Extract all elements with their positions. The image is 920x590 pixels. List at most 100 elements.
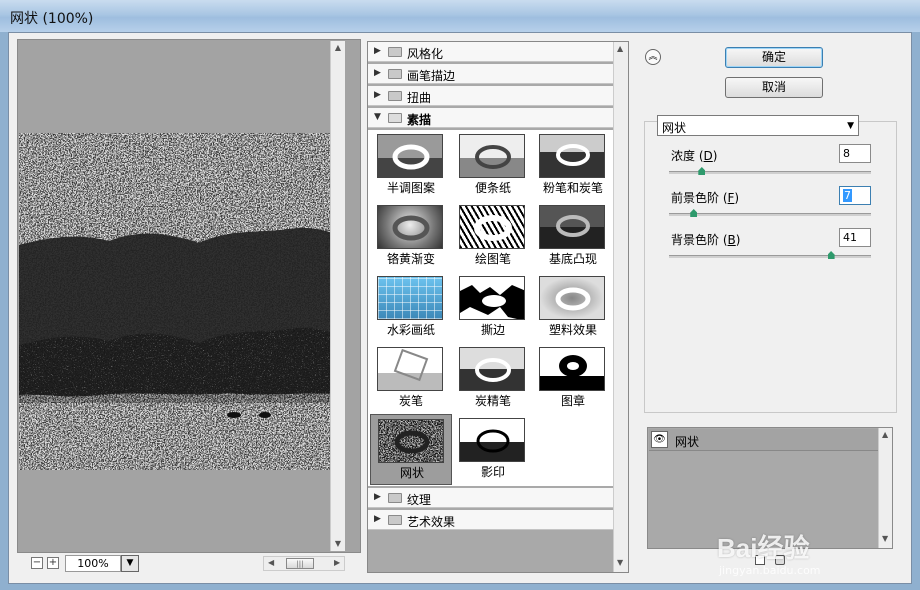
category-brush-strokes[interactable]: ▶ 画笔描边 — [368, 64, 614, 84]
thumb-image — [459, 134, 525, 178]
thumb-image — [459, 347, 525, 391]
thumb-image — [459, 276, 525, 320]
preview-vertical-scrollbar[interactable]: ▲ ▼ — [330, 41, 345, 551]
zoom-out-button[interactable]: − — [31, 557, 43, 569]
category-label: 扭曲 — [407, 91, 432, 105]
zoom-dropdown-button[interactable]: ▼ — [121, 555, 139, 572]
scroll-right-icon[interactable]: ▶ — [334, 558, 340, 567]
thumb-label: 绘图笔 — [474, 252, 511, 266]
thumb-charcoal[interactable]: 炭笔 — [370, 343, 452, 414]
thumb-torn-edges[interactable]: 撕边 — [452, 272, 534, 343]
thumb-knot — [476, 429, 510, 453]
background-level-slider[interactable] — [669, 251, 871, 259]
category-label: 风格化 — [407, 47, 444, 61]
thumb-image — [539, 347, 605, 391]
ok-button[interactable]: 确定 — [725, 47, 823, 68]
category-stylize[interactable]: ▶ 风格化 — [368, 42, 614, 62]
thumb-knot — [475, 358, 511, 382]
thumb-label: 撕边 — [480, 323, 505, 337]
thumb-image — [377, 347, 443, 391]
eye-icon[interactable]: 👁 — [651, 431, 668, 448]
thumb-knot — [393, 348, 429, 382]
thumb-bas-relief[interactable]: 基底凸现 — [532, 201, 614, 272]
thumb-label: 塑料效果 — [548, 323, 597, 337]
filter-gallery: ▶ 风格化 ▶ 画笔描边 ▶ 扭曲 ▼ 素描 半调图案 便条纸 粉笔和炭笔 铬黄… — [367, 41, 629, 573]
zoom-field[interactable]: 100% — [65, 555, 121, 572]
category-distort[interactable]: ▶ 扭曲 — [368, 86, 614, 106]
density-input[interactable]: 8 — [839, 144, 871, 163]
zoom-bar: − + 100% ▼ ◀ ||| ▶ — [17, 555, 361, 573]
thumb-label: 图章 — [560, 394, 585, 408]
thumb-image — [377, 205, 443, 249]
thumb-label: 炭笔 — [398, 394, 423, 408]
thumb-stamp[interactable]: 图章 — [532, 343, 614, 414]
collapse-triangle-icon: ▼ — [374, 112, 381, 122]
folder-icon — [388, 91, 402, 101]
layers-scrollbar[interactable]: ▲ ▼ — [878, 428, 892, 548]
scroll-up-icon[interactable]: ▲ — [333, 43, 343, 53]
thumb-image — [539, 276, 605, 320]
scroll-down-icon[interactable]: ▼ — [617, 558, 623, 567]
thumb-chalk-charcoal[interactable]: 粉笔和炭笔 — [532, 130, 614, 201]
thumb-photocopy[interactable]: 影印 — [452, 414, 534, 485]
thumb-conte-crayon[interactable]: 炭精笔 — [452, 343, 534, 414]
folder-icon — [388, 515, 402, 525]
thumb-water-paper[interactable]: 水彩画纸 — [370, 272, 452, 343]
thumb-note-paper[interactable]: 便条纸 — [452, 130, 534, 201]
background-level-hotkey: B — [727, 233, 736, 247]
category-sketch[interactable]: ▼ 素描 — [368, 108, 614, 128]
thumb-graphic-pen[interactable]: 绘图笔 — [452, 201, 534, 272]
category-label: 画笔描边 — [407, 69, 456, 83]
cancel-button[interactable]: 取消 — [725, 77, 823, 98]
category-artistic[interactable]: ▶ 艺术效果 — [368, 510, 614, 530]
foreground-level-label-text: 前景色阶 — [671, 191, 720, 205]
scroll-left-icon[interactable]: ◀ — [268, 558, 274, 567]
thumb-reticulation[interactable]: 网状 — [370, 414, 452, 485]
zoom-in-button[interactable]: + — [47, 557, 59, 569]
foreground-level-hotkey: F — [727, 191, 735, 205]
thumb-halftone[interactable]: 半调图案 — [370, 130, 452, 201]
thumb-label: 影印 — [480, 465, 505, 479]
open-folder-icon — [388, 113, 402, 123]
category-texture[interactable]: ▶ 纹理 — [368, 488, 614, 508]
thumb-label: 铬黄渐变 — [386, 252, 435, 266]
thumb-image — [377, 134, 443, 178]
thumb-knot — [555, 287, 591, 311]
density-label: 浓度 (D) — [671, 149, 718, 163]
preview-horizontal-scrollbar[interactable]: ◀ ||| ▶ — [263, 556, 345, 571]
scroll-down-icon[interactable]: ▼ — [882, 534, 888, 543]
double-chevron-up-icon: ︽ — [648, 52, 658, 62]
thumb-knot — [475, 145, 511, 169]
preview-canvas[interactable]: ▲ ▼ — [19, 41, 345, 551]
expand-triangle-icon: ▶ — [374, 514, 381, 524]
scroll-up-icon[interactable]: ▲ — [617, 44, 623, 53]
thumb-image — [459, 205, 525, 249]
thumb-label: 半调图案 — [386, 181, 435, 195]
filter-select-value: 网状 — [662, 121, 687, 135]
thumb-knot — [556, 215, 590, 237]
gallery-scrollbar[interactable]: ▲ ▼ — [613, 42, 628, 572]
category-label: 纹理 — [407, 493, 432, 507]
foreground-level-input[interactable]: 7 — [839, 186, 871, 205]
effect-layer-row[interactable]: 👁 网状 — [649, 429, 878, 451]
thumb-knot — [379, 420, 443, 462]
scroll-up-icon[interactable]: ▲ — [882, 430, 888, 439]
expand-triangle-icon: ▶ — [374, 492, 381, 502]
thumb-plaster[interactable]: 塑料效果 — [532, 272, 614, 343]
collapse-gallery-button[interactable]: ︽ — [645, 49, 661, 65]
thumb-image — [539, 134, 605, 178]
scroll-down-icon[interactable]: ▼ — [333, 539, 343, 549]
thumb-image — [459, 418, 525, 462]
thumb-label: 网状 — [399, 466, 424, 480]
watermark: Bai经验 jingyan.baidu.com — [717, 528, 877, 582]
density-slider[interactable] — [669, 167, 871, 175]
filter-select[interactable]: 网状 ▼ — [657, 115, 859, 136]
thumb-label: 基底凸现 — [548, 252, 597, 266]
scroll-thumb[interactable]: ||| — [286, 558, 314, 569]
thumb-chrome[interactable]: 铬黄渐变 — [370, 201, 452, 272]
foreground-level-slider[interactable] — [669, 209, 871, 217]
preview-image — [19, 133, 345, 470]
expand-triangle-icon: ▶ — [374, 68, 381, 78]
thumb-label: 便条纸 — [474, 181, 511, 195]
background-level-input[interactable]: 41 — [839, 228, 871, 247]
